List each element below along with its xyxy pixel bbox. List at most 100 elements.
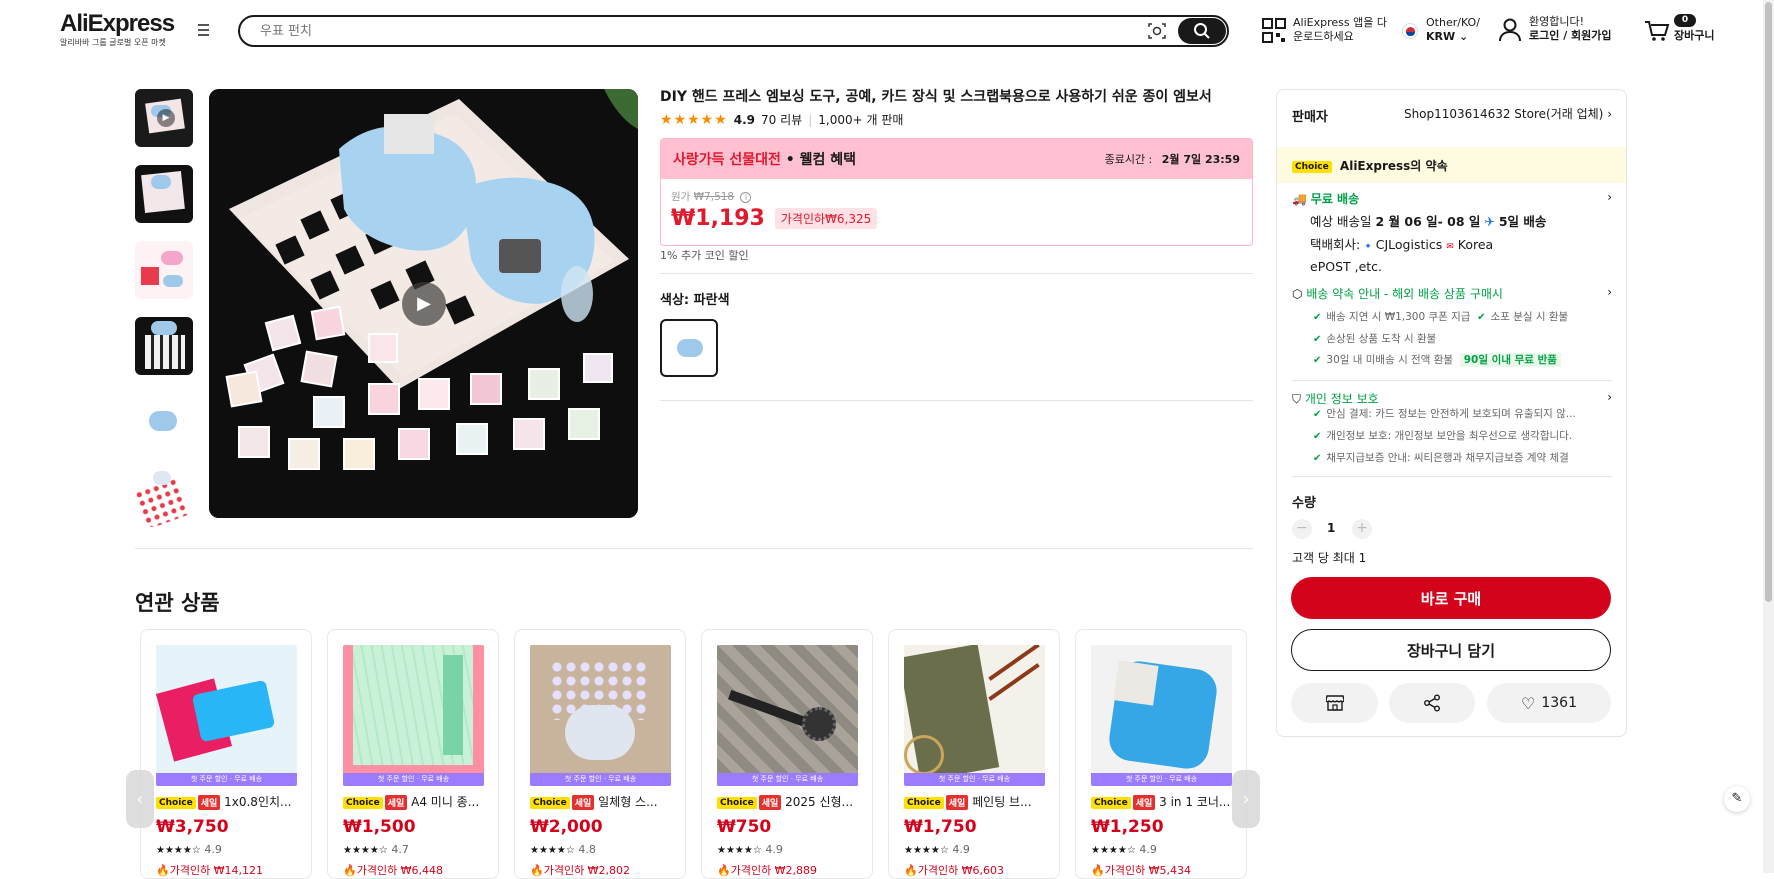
share-icon [1424,694,1440,712]
gallery-thumb-4[interactable] [135,317,193,375]
check-icon: ✔ [1313,453,1322,464]
cart-label[interactable]: 장바구니 [1674,29,1714,43]
related-product-card[interactable]: 첫 주문 할인 · 무료 배송 Choice 세일 페인팅 브... ₩1,750… [888,629,1060,879]
add-to-cart-button[interactable]: 장바구니 담기 [1291,629,1611,671]
seller-link[interactable]: Shop1103614632 Store(거래 업체) › [1397,105,1612,122]
flame-icon: 🔥 [343,864,357,877]
search-input[interactable] [260,17,1060,45]
color-option-blue[interactable] [660,319,718,377]
product-thumbnail: 첫 주문 할인 · 무료 배송 [156,645,297,786]
share-button[interactable] [1389,683,1475,723]
check-icon: ✔ [1313,334,1322,345]
seller-label: 판매자 [1292,110,1328,125]
aliexpress-logo[interactable]: AliExpress [60,10,175,38]
scrollbar-thumb[interactable] [1765,2,1772,602]
product-thumbnail: 첫 주문 할인 · 무료 배송 [530,645,671,786]
sale-badge: 세일 [1132,795,1156,810]
chevron-down-icon: ⌄ [1458,30,1469,43]
product-band: 첫 주문 할인 · 무료 배송 [1091,773,1232,786]
product-thumbnail: 첫 주문 할인 · 무료 배송 [904,645,1045,786]
gallery-thumb-2[interactable] [135,165,193,223]
header: AliExpress 알리바바 그룹 글로벌 오픈 마켓 AliExpress … [0,0,1774,60]
product-price: ₩1,250 [1091,817,1164,837]
search-button[interactable] [1178,18,1226,44]
gallery-thumb-5[interactable] [135,393,193,451]
image-search-icon[interactable] [1148,22,1166,40]
promo-end-time: 2월 7일 23:59 [1161,153,1240,166]
check-icon: ✔ [1313,312,1322,323]
product-main-image[interactable]: ▶ [209,89,638,518]
locale-selector[interactable]: Other/KO/ KRW ⌄ [1426,16,1480,44]
quantity-value[interactable]: 1 [1327,521,1335,535]
account-menu[interactable]: 환영합니다! 로그인 / 회원가입 [1529,15,1612,43]
choice-badge: Choice [343,796,383,809]
choice-badge: Choice [904,796,944,809]
carrier-info: 택배회사: ✦ CJLogistics ✉ Korea ePOST ,etc. [1310,237,1494,274]
review-count[interactable]: 70 리뷰 [761,111,802,128]
carousel-prev-button[interactable]: ‹ [126,770,154,828]
quantity-decrease-button[interactable]: − [1292,519,1312,539]
product-rating: ★★★★☆ 4.9 [1091,843,1157,856]
related-product-card[interactable]: 첫 주문 할인 · 무료 배송 Choice 세일 A4 미니 종... ₩1,5… [327,629,499,879]
product-price: ₩1,500 [343,817,416,837]
related-product-card[interactable]: 첫 주문 할인 · 무료 배송 Choice 세일 2025 신형... ₩750… [701,629,873,879]
product-name: A4 미니 종... [411,795,480,809]
download-app-link[interactable]: AliExpress 앱을 다 운로드하세요 [1293,16,1387,44]
gallery-thumb-6[interactable] [135,469,193,527]
wishlist-button[interactable]: ♡ 1361 [1487,683,1611,723]
korea-post-logo-icon: ✉ [1446,242,1454,252]
logo-subtitle: 알리바바 그룹 글로벌 오픈 마켓 [60,38,166,47]
play-video-icon[interactable]: ▶ [402,282,446,326]
store-button[interactable] [1291,683,1378,723]
product-rating: ★★★★☆ 4.8 [530,843,596,856]
info-icon[interactable]: i [740,192,752,203]
free-shipping-row[interactable]: 🚚 무료 배송 › [1292,190,1612,207]
chevron-right-icon: › [1607,107,1612,121]
current-price: ₩1,193 [671,206,765,231]
rating-value: 4.9 [733,112,756,127]
related-product-card[interactable]: 첫 주문 할인 · 무료 배송 Choice 세일 1x0.8인치... ₩3,7… [140,629,312,879]
user-icon[interactable] [1499,18,1521,42]
korea-flag-icon [1402,23,1418,39]
quantity-increase-button[interactable]: + [1352,519,1372,539]
quantity-label: 수량 [1292,496,1316,511]
cart-icon[interactable] [1644,20,1670,42]
flame-icon: 🔥 [1091,864,1105,877]
divider [660,273,1253,274]
hamburger-menu-icon[interactable] [196,24,212,38]
promo-end-label: 종료시간 : [1104,153,1153,166]
gallery-thumb-video[interactable]: ▶ [135,89,193,147]
product-discount: 🔥가격인하 ₩6,448 [343,864,444,877]
sale-badge: 세일 [758,795,782,810]
product-rating: ★★★★☆ 4.7 [343,843,409,856]
related-product-card[interactable]: 첫 주문 할인 · 무료 배송 Choice 세일 일체형 스... ₩2,000… [514,629,686,879]
check-icon: ✔ [1313,409,1322,420]
free-return-badge: 90일 이내 무료 반품 [1459,353,1561,367]
original-price: ₩7,518 [693,191,735,203]
buy-now-button[interactable]: 바로 구매 [1291,577,1611,619]
color-label: 색상: 파란색 [660,293,730,308]
discount-tag: 가격인하₩6,325 [774,208,878,229]
gallery-thumb-3[interactable] [135,241,193,299]
rating-row[interactable]: ★★★★★ 4.9 70 리뷰 | 1,000+ 개 판매 [660,111,903,128]
sold-count: 1,000+ 개 판매 [818,113,904,127]
privacy-row[interactable]: ⛉ 개인 정보 보호 › [1292,390,1612,407]
product-price: ₩1,750 [904,817,977,837]
search-bar [238,15,1229,47]
cj-logo-icon: ✦ [1364,242,1372,252]
qr-code-icon[interactable] [1262,18,1286,44]
product-name: 2025 신형... [785,795,854,809]
sale-badge: 세일 [197,795,221,810]
product-rating: ★★★★☆ 4.9 [156,843,222,856]
product-name: 페인팅 브... [972,795,1032,809]
promo-suffix: • 웰컴 혜택 [785,152,857,168]
delivery-promise-row[interactable]: ⬡ 배송 약속 안내 - 해외 배송 상품 구매시 › [1292,285,1612,302]
flame-icon: 🔥 [156,864,170,877]
divider [1292,380,1612,381]
product-name: 3 in 1 코너... [1159,795,1231,809]
feedback-pen-icon[interactable]: ✎ [1724,786,1750,812]
carousel-next-button[interactable]: › [1232,770,1260,828]
chevron-right-icon: › [1242,788,1250,810]
promo-name: 사랑가득 선물대전 [673,152,781,168]
related-product-card[interactable]: 첫 주문 할인 · 무료 배송 Choice 세일 3 in 1 코너... ₩1… [1075,629,1247,879]
